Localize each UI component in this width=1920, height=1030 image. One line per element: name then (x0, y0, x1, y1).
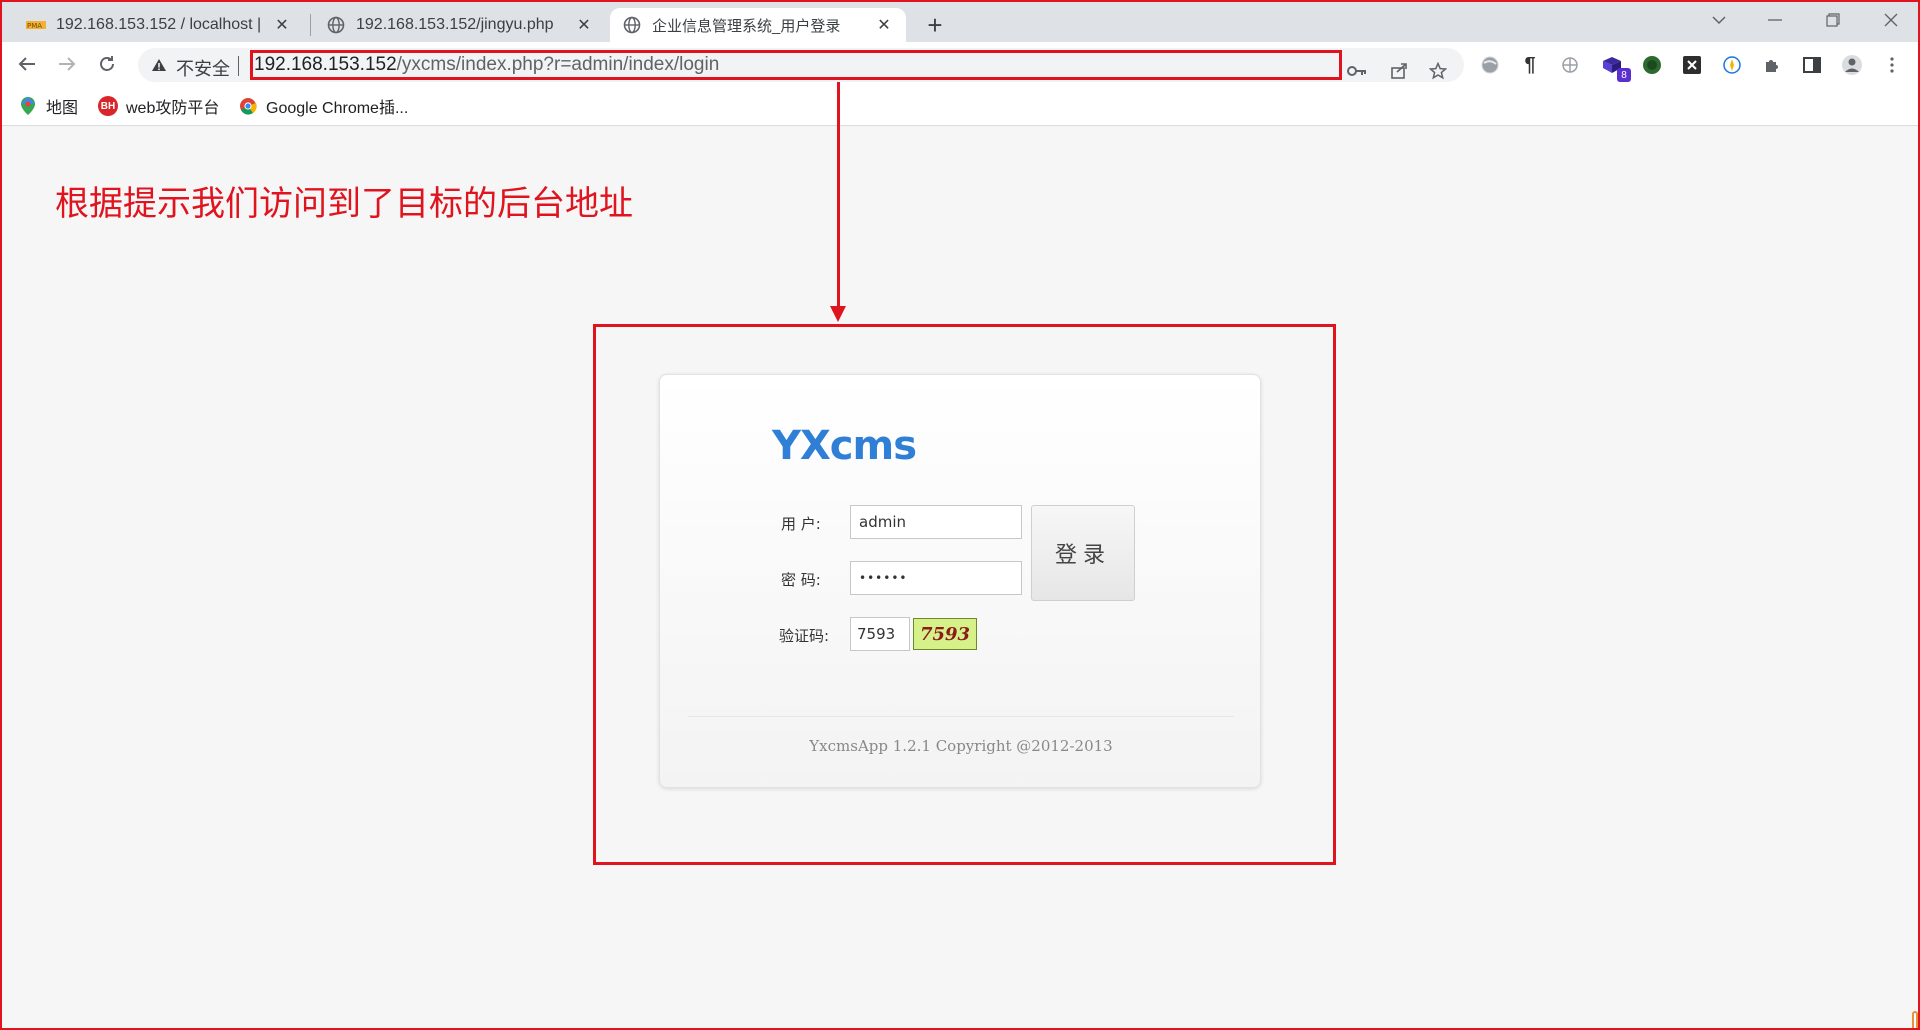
globe-icon (622, 15, 642, 35)
bookmark-label: web攻防平台 (126, 100, 220, 117)
security-status-text[interactable]: 不安全 (176, 55, 230, 81)
extension-compass-icon[interactable] (1719, 52, 1745, 78)
profile-avatar-icon[interactable] (1839, 52, 1865, 78)
menu-more-icon[interactable] (1879, 52, 1905, 78)
card-divider (688, 716, 1234, 717)
extension-globe-icon[interactable] (1477, 52, 1503, 78)
username-input[interactable]: admin (850, 505, 1022, 539)
minimize-icon[interactable] (1752, 6, 1798, 34)
close-icon[interactable]: ✕ (272, 15, 292, 35)
yxcms-logo: YXcms (772, 423, 917, 469)
captcha-image[interactable]: 7593 (913, 618, 977, 650)
tab-login[interactable]: 企业信息管理系统_用户登录 ✕ (610, 8, 906, 42)
bookmark-star-icon[interactable] (1427, 60, 1449, 82)
password-label: 密 码: (781, 571, 821, 589)
close-icon[interactable]: ✕ (574, 15, 594, 35)
bookmark-web-platform[interactable]: BH web攻防平台 (98, 95, 219, 117)
extension-paragraph-icon[interactable]: ¶ (1517, 52, 1543, 78)
share-icon[interactable] (1388, 60, 1410, 82)
bh-icon: BH (98, 96, 118, 116)
security-divider (238, 56, 239, 76)
password-input[interactable]: •••••• (850, 561, 1022, 595)
new-tab-button[interactable]: + (920, 10, 950, 40)
bookmark-maps[interactable]: 地图 (18, 95, 78, 117)
login-card: YXcms 用 户: admin 密 码: •••••• 验证码: 7593 7… (659, 374, 1261, 788)
bookmarks-bar: 地图 BH web攻防平台 Google Chrome插... (0, 86, 1920, 126)
restore-icon[interactable] (1810, 6, 1856, 34)
extension-badge: 8 (1617, 68, 1631, 82)
bookmark-label: Google Chrome插... (266, 100, 409, 117)
captcha-label: 验证码: (779, 627, 830, 645)
forward-button[interactable] (52, 49, 82, 79)
bookmark-label: 地图 (46, 100, 79, 117)
url-highlight-box (250, 50, 1342, 80)
login-button[interactable]: 登录 (1031, 505, 1135, 601)
extension-x-icon[interactable] (1679, 52, 1705, 78)
close-window-icon[interactable] (1868, 6, 1914, 34)
side-panel-icon[interactable] (1799, 52, 1825, 78)
close-icon[interactable]: ✕ (874, 15, 894, 35)
tab-jingyu[interactable]: 192.168.153.152/jingyu.php ✕ (314, 8, 606, 42)
reload-button[interactable] (92, 49, 122, 79)
warning-icon (150, 56, 168, 74)
svg-text:PMA: PMA (27, 22, 42, 30)
captcha-input[interactable]: 7593 (850, 617, 910, 651)
extensions-puzzle-icon[interactable] (1759, 52, 1785, 78)
back-button[interactable] (12, 49, 42, 79)
extension-green-icon[interactable] (1639, 52, 1665, 78)
tab-title: 企业信息管理系统_用户登录 (652, 17, 841, 35)
globe-icon (326, 15, 346, 35)
tab-title: 192.168.153.152/jingyu.php (356, 16, 554, 33)
username-label: 用 户: (781, 515, 821, 533)
bookmark-chrome-plugins[interactable]: Google Chrome插... (238, 95, 408, 117)
chrome-icon (238, 96, 258, 116)
annotation-text: 根据提示我们访问到了目标的后台地址 (55, 184, 633, 224)
copyright-text: YxcmsApp 1.2.1 Copyright @2012-2013 (809, 737, 1113, 755)
key-icon[interactable] (1346, 60, 1368, 82)
tab-separator (310, 14, 311, 36)
maps-icon (18, 96, 38, 116)
arrow-head (830, 306, 846, 322)
scrollbar-thumb[interactable] (1912, 1011, 1918, 1030)
arrow-shaft (837, 82, 840, 312)
tab-phpmyadmin[interactable]: PMA 192.168.153.152 / localhost | p ✕ (14, 8, 304, 42)
tab-title: 192.168.153.152 / localhost | p (56, 16, 264, 33)
tab-search-icon[interactable] (1696, 6, 1742, 34)
extension-snowflake-icon[interactable] (1557, 52, 1583, 78)
phpmyadmin-icon: PMA (26, 15, 46, 35)
tab-strip: PMA 192.168.153.152 / localhost | p ✕ 19… (0, 0, 1920, 42)
